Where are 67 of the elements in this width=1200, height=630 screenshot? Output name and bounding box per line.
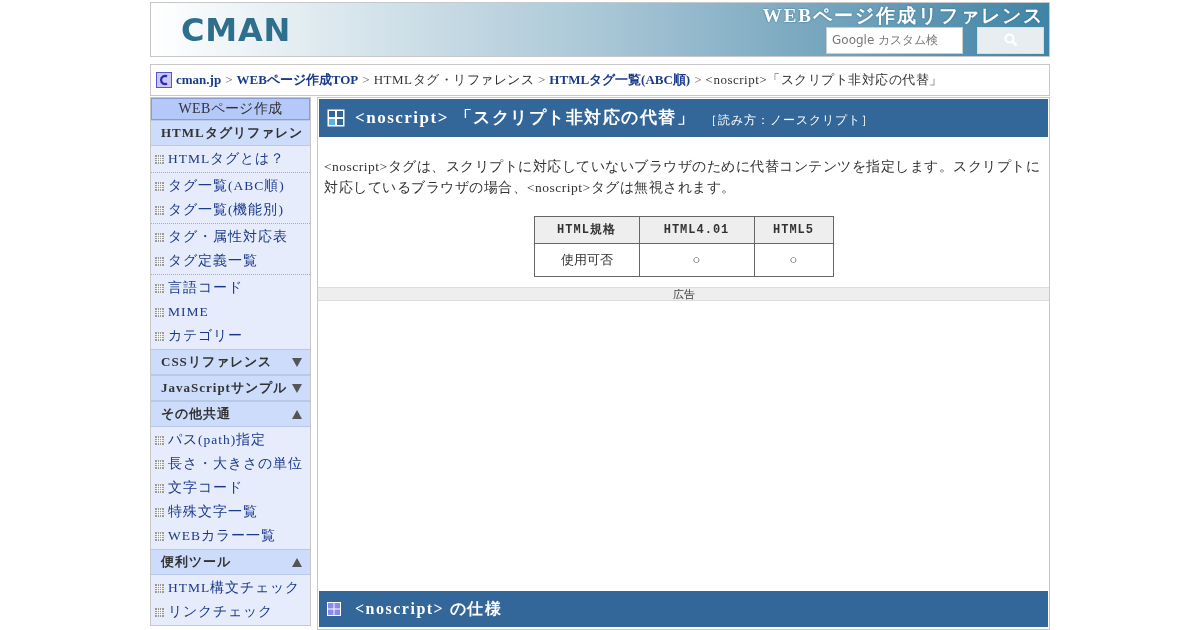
grid-icon [155, 483, 164, 493]
section-heading[interactable]: CSSリファレンス [151, 349, 310, 375]
site-icon [156, 72, 172, 88]
sidebar-link[interactable]: タグ一覧(機能別) [151, 198, 310, 222]
grid-icon [155, 459, 164, 469]
section-heading[interactable]: HTMLタグリファレン [151, 120, 310, 146]
breadcrumb-text: <noscript>「スクリプト非対応の代替」 [705, 71, 943, 90]
breadcrumb-separator: > [225, 71, 233, 90]
sidebar-link[interactable]: HTMLタグとは？ [151, 147, 310, 171]
grid-icon [155, 507, 164, 517]
sidebar-link[interactable]: タグ定義一覧 [151, 249, 310, 273]
article-title: <noscript> 「スクリプト非対応の代替」 [355, 107, 696, 130]
column-header: HTML4.01 [639, 216, 754, 244]
search-field[interactable]: Google カスタム検 [826, 26, 963, 54]
table-cell: 使用可否 [534, 243, 639, 277]
sidebar-link[interactable]: WEBカラー一覧 [151, 524, 310, 548]
site-logo[interactable]: CMAN [181, 5, 292, 54]
sidebar-link[interactable]: MIME [151, 300, 310, 324]
grid-icon [155, 331, 164, 341]
column-header: HTML規格 [534, 216, 639, 244]
breadcrumb-separator: > [362, 71, 370, 90]
grid-icon [155, 607, 164, 617]
expand-icon [292, 383, 302, 393]
grid-icon [155, 232, 164, 242]
grid-icon [155, 435, 164, 445]
breadcrumb-separator: > [694, 71, 702, 90]
grid-icon [155, 307, 164, 317]
column-header: HTML5 [754, 216, 833, 244]
table-cell: ○ [754, 243, 833, 277]
grid-icon [155, 531, 164, 541]
sidebar-link[interactable]: カテゴリー [151, 324, 310, 348]
sidebar-link[interactable]: HTML構文チェック [151, 576, 310, 600]
sidebar-link[interactable]: パス(path)指定 [151, 428, 310, 452]
table-cell: ○ [639, 243, 754, 277]
grid-icon [155, 583, 164, 593]
sidebar-link[interactable]: リンクチェック [151, 600, 310, 624]
site-title: WEBページ作成リファレンス [762, 5, 1044, 25]
sidebar-link[interactable]: 特殊文字一覧 [151, 500, 310, 524]
grid-icon [155, 181, 164, 191]
description: <noscript>タグは、スクリプトに対応していないブラウザのために代替コンテンツを指定します。スクリプトに対応しているブラウザの場合、<noscript>タグは無視されます。 [323, 158, 1042, 197]
section-heading[interactable]: その他共通 [151, 401, 310, 427]
section-heading[interactable]: JavaScriptサンプル [151, 375, 310, 401]
grid-icon [155, 256, 164, 266]
collapse-icon [292, 409, 302, 419]
sidebar-link[interactable]: 長さ・大きさの単位 [151, 452, 310, 476]
breadcrumb-separator: > [538, 71, 546, 90]
section-heading[interactable]: 便利ツール [151, 549, 310, 575]
grid-icon [155, 205, 164, 215]
breadcrumb-link[interactable]: cman.jp [176, 70, 222, 90]
breadcrumb-link[interactable]: WEBページ作成TOP [236, 70, 359, 90]
sidebar-link[interactable]: 文字コード [151, 476, 310, 500]
reading-note: ［読み方：ノースクリプト］ [705, 111, 875, 129]
breadcrumb-text: HTMLタグ・リファレンス [373, 71, 534, 90]
sidebar-title: WEBページ作成 [151, 98, 310, 120]
grid-icon [327, 109, 345, 127]
grid-icon [155, 283, 164, 293]
breadcrumb-link[interactable]: HTMLタグ一覧(ABC順) [549, 70, 691, 90]
section-title: <noscript> の仕様 [355, 599, 503, 620]
search-button[interactable] [977, 26, 1044, 54]
sidebar-link[interactable]: タグ一覧(ABC順) [151, 174, 310, 198]
expand-icon [292, 357, 302, 367]
ad-label: 広告 [318, 287, 1049, 301]
grid-icon [155, 154, 164, 164]
grid-icon [327, 602, 341, 616]
sidebar-link[interactable]: 言語コード [151, 276, 310, 300]
collapse-icon [292, 557, 302, 567]
sidebar-link[interactable]: タグ・属性対応表 [151, 225, 310, 249]
